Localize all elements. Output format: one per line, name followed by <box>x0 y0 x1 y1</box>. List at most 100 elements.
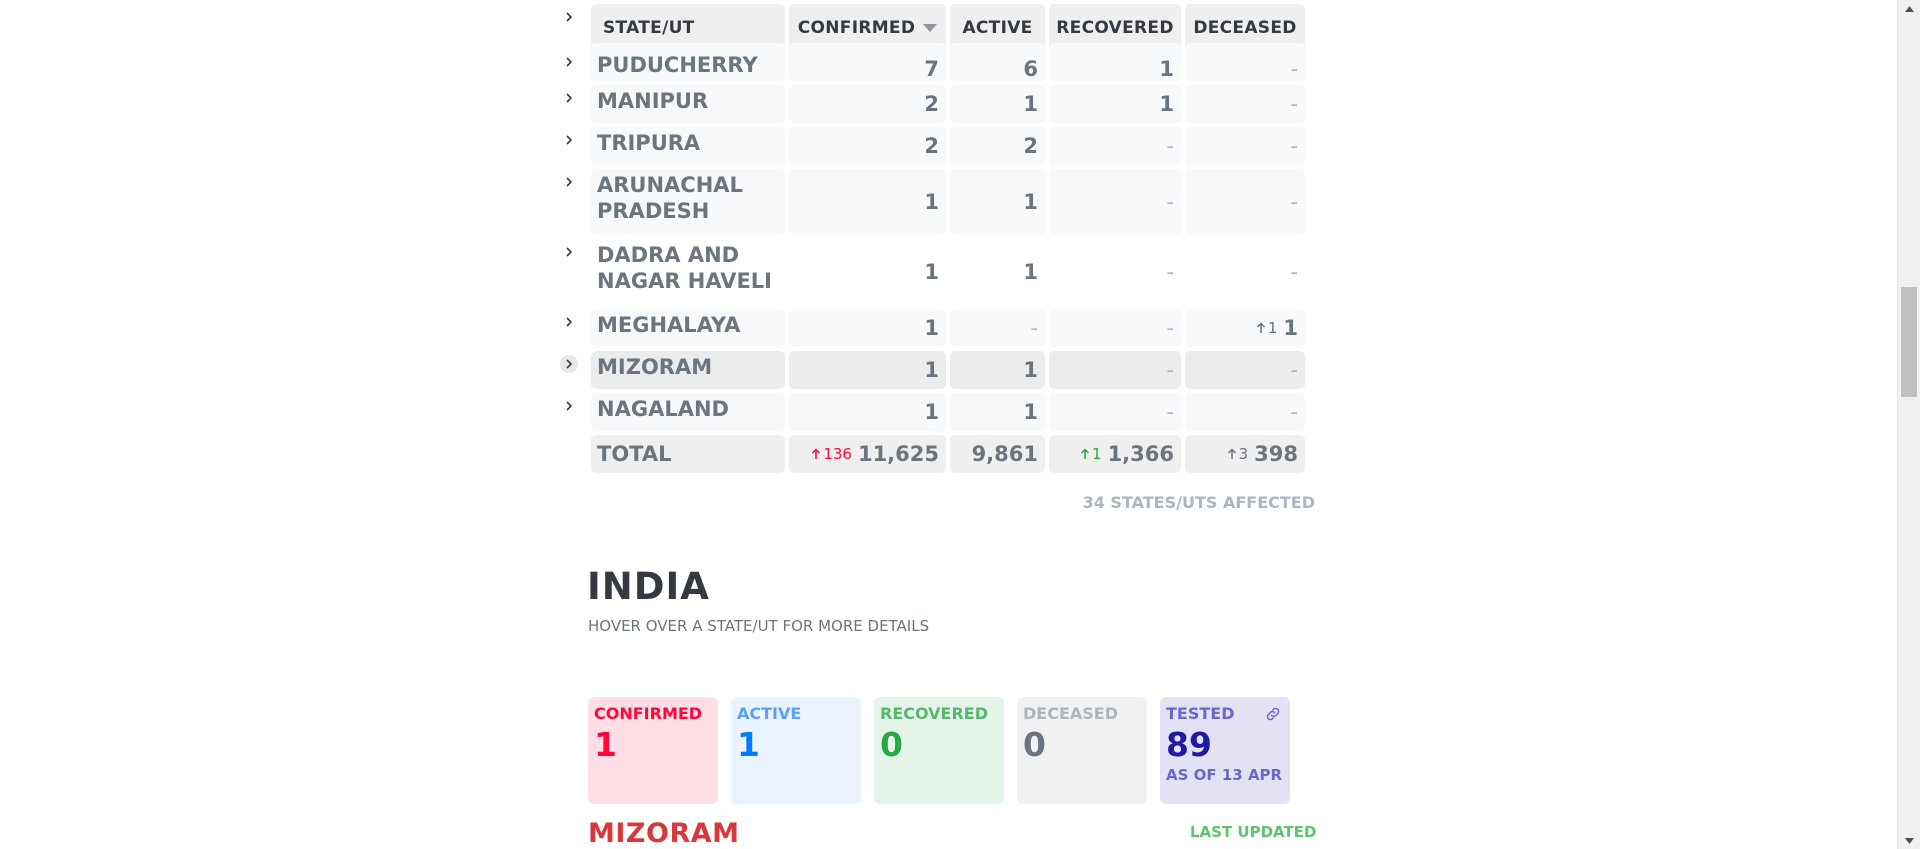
row-confirmed: 1 <box>789 393 946 431</box>
chevron-right-icon <box>566 57 573 67</box>
header-confirmed-label: CONFIRMED <box>797 18 916 38</box>
row-recovered: - <box>1049 127 1181 165</box>
stat-recovered-label: RECOVERED <box>880 704 989 723</box>
row-active: 1 <box>950 239 1045 305</box>
arrow-up-icon <box>1227 448 1236 459</box>
stat-recovered: RECOVERED 0 <box>874 697 1004 804</box>
state-name: PUDUCHERRY <box>597 53 758 77</box>
row-recovered: 1 <box>1049 43 1181 81</box>
table-row[interactable]: ARUNACHAL PRADESH 1 1 - - <box>566 169 1306 235</box>
last-updated-label: LAST UPDATED <box>1190 823 1317 841</box>
row-expander[interactable] <box>560 131 578 149</box>
link-icon[interactable] <box>1264 705 1282 723</box>
row-deceased: - <box>1185 43 1305 81</box>
map-title: INDIA <box>587 565 710 608</box>
confirmed-value: 2 <box>924 92 939 116</box>
table-row[interactable]: TRIPURA 2 2 - - <box>566 127 1306 165</box>
confirmed-value: 1 <box>924 400 939 424</box>
scroll-down-button[interactable] <box>1898 832 1920 849</box>
recovered-value: - <box>1166 316 1174 340</box>
expand-all-toggle[interactable] <box>560 8 578 26</box>
state-name: MANIPUR <box>597 89 709 113</box>
row-deceased: - <box>1185 239 1305 305</box>
row-expander[interactable] <box>560 313 578 331</box>
deceased-value: - <box>1290 190 1298 214</box>
state-table: STATE/UT CONFIRMED ACTIVE RECOVERED DECE… <box>560 4 1306 477</box>
row-expander[interactable] <box>560 89 578 107</box>
confirmed-value: 1 <box>924 358 939 382</box>
stat-deceased: DECEASED 0 <box>1017 697 1147 804</box>
recovered-value: 1 <box>1159 57 1174 81</box>
table-row[interactable]: DADRA AND NAGAR HAVELI 1 1 - - <box>566 239 1306 305</box>
state-name: MIZORAM <box>597 355 713 379</box>
scroll-up-button[interactable] <box>1898 0 1920 17</box>
confirmed-value: 1 <box>924 190 939 214</box>
header-recovered-label: RECOVERED <box>1056 18 1174 38</box>
active-value: 6 <box>1023 57 1038 81</box>
row-expander[interactable] <box>560 53 578 71</box>
row-confirmed: 1 <box>789 239 946 305</box>
scrollbar-thumb[interactable] <box>1901 287 1917 397</box>
row-recovered: 1 <box>1049 85 1181 123</box>
recovered-value: - <box>1166 134 1174 158</box>
row-confirmed: 2 <box>789 127 946 165</box>
total-confirmed-value: 11,625 <box>857 442 939 466</box>
table-row[interactable]: PUDUCHERRY 7 6 1 - <box>566 43 1306 81</box>
row-deceased: - <box>1185 169 1305 235</box>
active-value: 2 <box>1023 134 1038 158</box>
table-row[interactable]: MEGHALAYA 1 - - 1 1 <box>566 309 1306 347</box>
header-active-label: ACTIVE <box>962 18 1033 38</box>
stat-confirmed-value: 1 <box>594 725 617 764</box>
active-value: 1 <box>1023 190 1038 214</box>
row-state: TRIPURA <box>591 127 785 165</box>
stat-confirmed-label: CONFIRMED <box>594 704 703 723</box>
row-recovered: - <box>1049 169 1181 235</box>
row-recovered: - <box>1049 351 1181 389</box>
recovered-value: - <box>1166 190 1174 214</box>
recovered-delta-value: 1 <box>1092 445 1102 463</box>
chevron-right-icon <box>566 93 573 103</box>
total-label: TOTAL <box>597 442 672 466</box>
stat-tested: TESTED 89 AS OF 13 APR <box>1160 697 1290 804</box>
row-confirmed: 1 <box>789 309 946 347</box>
row-deceased: 1 1 <box>1185 309 1305 347</box>
active-value: - <box>1030 316 1038 340</box>
selected-state-name: MIZORAM <box>588 818 740 849</box>
row-state: DADRA AND NAGAR HAVELI <box>591 239 785 305</box>
recovered-value: - <box>1166 358 1174 382</box>
map-hint: HOVER OVER A STATE/UT FOR MORE DETAILS <box>588 617 930 635</box>
deceased-value: - <box>1290 134 1298 158</box>
stat-confirmed: CONFIRMED 1 <box>588 697 718 804</box>
row-recovered: - <box>1049 309 1181 347</box>
row-expander[interactable] <box>560 355 578 373</box>
deceased-delta-value: 1 <box>1267 319 1278 337</box>
stat-deceased-label: DECEASED <box>1023 704 1118 723</box>
confirmed-delta: 136 <box>811 445 852 463</box>
row-confirmed: 7 <box>789 43 946 81</box>
deceased-value: 1 <box>1283 316 1298 340</box>
row-expander[interactable] <box>560 173 578 191</box>
table-row-highlighted[interactable]: MIZORAM 1 1 - - <box>560 351 1306 389</box>
table-row[interactable]: NAGALAND 1 1 - - <box>566 393 1306 431</box>
row-expander[interactable] <box>560 397 578 415</box>
confirmed-value: 2 <box>924 134 939 158</box>
deceased-value: - <box>1290 92 1298 116</box>
recovered-value: 1 <box>1159 92 1174 116</box>
state-name: MEGHALAYA <box>597 313 741 337</box>
row-state: MANIPUR <box>591 85 785 123</box>
deceased-delta: 1 <box>1256 319 1278 337</box>
total-recovered-value: 1,366 <box>1107 442 1174 466</box>
active-value: 1 <box>1023 92 1038 116</box>
active-value: 1 <box>1023 400 1038 424</box>
table-row[interactable]: MANIPUR 2 1 1 - <box>566 85 1306 123</box>
total-active-value: 9,861 <box>971 442 1038 466</box>
row-deceased: - <box>1185 393 1305 431</box>
total-recovered: 1 1,366 <box>1049 435 1181 473</box>
row-state: MIZORAM <box>591 351 785 389</box>
row-active: 6 <box>950 43 1045 81</box>
row-state: NAGALAND <box>591 393 785 431</box>
chevron-right-icon <box>566 359 573 369</box>
row-expander[interactable] <box>560 243 578 261</box>
vertical-scrollbar[interactable] <box>1897 0 1920 849</box>
chevron-right-icon <box>566 317 573 327</box>
